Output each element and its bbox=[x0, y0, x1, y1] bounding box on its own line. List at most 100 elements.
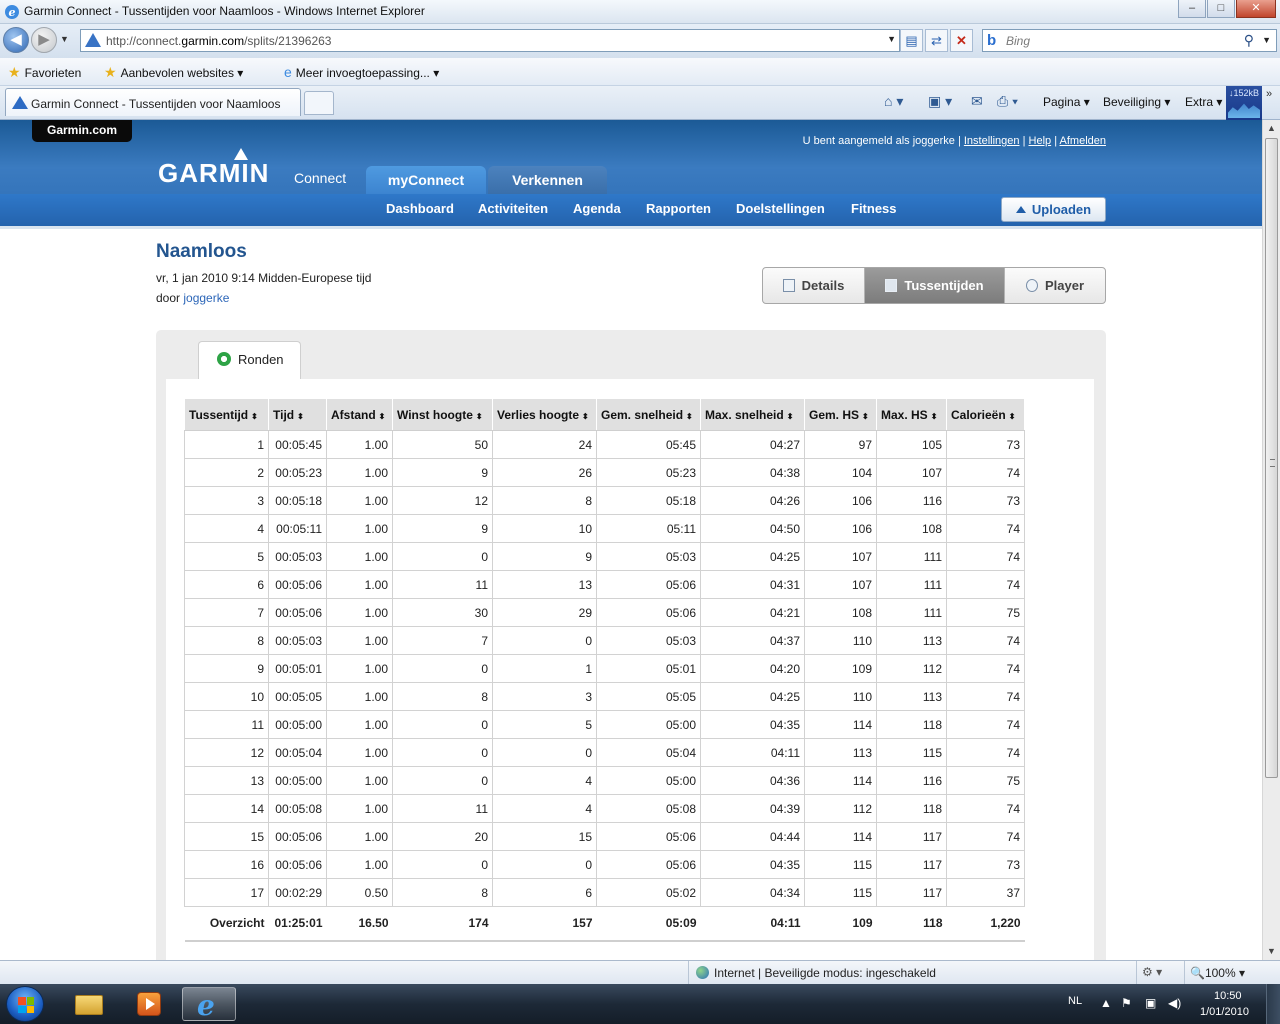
browser-tab-active[interactable]: Garmin Connect - Tussentijden voor Naaml… bbox=[5, 88, 301, 116]
tray-expand-icon[interactable]: ▲ bbox=[1100, 996, 1112, 1010]
minimize-button[interactable]: – bbox=[1178, 0, 1206, 18]
table-cell: 1 bbox=[184, 430, 269, 459]
taskbar-media-player[interactable] bbox=[122, 987, 176, 1021]
table-row: 13 00:05:00 1.00 0 4 05:00 04:36 114 116 75 bbox=[184, 766, 1025, 795]
column-header[interactable]: Tijd ⬍ bbox=[268, 398, 327, 431]
network-graph-icon bbox=[1228, 103, 1260, 118]
forward-button[interactable]: ▶ bbox=[31, 27, 57, 53]
feeds-icon[interactable]: ▣ ▾ bbox=[928, 93, 952, 110]
language-indicator[interactable]: NL bbox=[1068, 995, 1082, 1007]
back-button[interactable]: ◀ bbox=[3, 27, 29, 53]
search-dropdown-icon[interactable]: ▼ bbox=[1262, 35, 1271, 45]
tab-myconnect[interactable]: myConnect bbox=[366, 166, 486, 194]
new-tab-button[interactable] bbox=[304, 91, 334, 115]
start-button[interactable] bbox=[6, 986, 44, 1022]
column-header[interactable]: Winst hoogte ⬍ bbox=[392, 398, 493, 431]
column-header[interactable]: Calorieën ⬍ bbox=[946, 398, 1025, 431]
nav-fitness[interactable]: Fitness bbox=[851, 201, 897, 216]
scrollbar-thumb[interactable] bbox=[1265, 138, 1278, 778]
splits-view-button[interactable]: Tussentijden bbox=[865, 268, 1005, 303]
column-header[interactable]: Gem. snelheid ⬍ bbox=[596, 398, 701, 431]
garmin-logo[interactable]: GARMIN bbox=[158, 158, 269, 189]
nav-goals[interactable]: Doelstellingen bbox=[736, 201, 825, 216]
column-header[interactable]: Max. HS ⬍ bbox=[876, 398, 947, 431]
recent-pages-dropdown[interactable]: ▼ bbox=[60, 34, 69, 44]
addons-button[interactable]: e Meer invoegtoepassing... ▾ bbox=[284, 64, 439, 80]
table-cell: 24 bbox=[492, 430, 597, 459]
table-cell: 5 bbox=[184, 542, 269, 571]
taskbar-internet-explorer[interactable]: e bbox=[182, 987, 236, 1022]
volume-icon[interactable]: ◀) bbox=[1168, 996, 1181, 1010]
table-cell: 116 bbox=[876, 766, 947, 795]
toolbar-overflow-icon[interactable]: » bbox=[1266, 88, 1272, 100]
zoom-level[interactable]: 🔍100% ▾ bbox=[1190, 966, 1245, 980]
settings-link[interactable]: Instellingen bbox=[964, 135, 1020, 147]
player-view-button[interactable]: Player bbox=[1005, 268, 1105, 303]
table-cell: 1.00 bbox=[326, 794, 393, 823]
windows-taskbar: e NL ▲ ⚑ ▣ ◀) 10:50 1/01/2010 bbox=[0, 984, 1280, 1024]
address-bar[interactable]: http://connect.garmin.com/splits/2139626… bbox=[80, 29, 900, 52]
address-url[interactable]: http://connect.garmin.com/splits/2139626… bbox=[106, 34, 331, 48]
status-bar: Internet | Beveiligde modus: ingeschakel… bbox=[0, 960, 1280, 984]
column-header[interactable]: Max. snelheid ⬍ bbox=[700, 398, 805, 431]
author-link[interactable]: joggerke bbox=[183, 291, 229, 305]
nav-activities[interactable]: Activiteiten bbox=[478, 201, 548, 216]
compatibility-icon: ▤ bbox=[905, 33, 918, 48]
mail-icon[interactable]: ✉ bbox=[971, 93, 983, 110]
print-icon[interactable]: ⎙ ▾ bbox=[997, 93, 1018, 110]
security-zone[interactable]: Internet | Beveiligde modus: ingeschakel… bbox=[696, 966, 936, 980]
safety-menu[interactable]: Beveiliging ▾ bbox=[1103, 95, 1170, 109]
column-header[interactable]: Gem. HS ⬍ bbox=[804, 398, 877, 431]
table-cell: 1.00 bbox=[326, 710, 393, 739]
table-cell: 6 bbox=[492, 878, 597, 907]
logout-link[interactable]: Afmelden bbox=[1060, 135, 1106, 147]
network-icon[interactable]: ▣ bbox=[1145, 996, 1156, 1010]
table-cell: 00:05:18 bbox=[268, 486, 327, 515]
table-cell: 74 bbox=[946, 822, 1025, 851]
table-cell: 05:00 bbox=[596, 766, 701, 795]
favorites-button[interactable]: ★ Favorieten bbox=[8, 64, 81, 81]
maximize-button[interactable]: □ bbox=[1207, 0, 1235, 18]
nav-reports[interactable]: Rapporten bbox=[646, 201, 711, 216]
page-menu[interactable]: Pagina ▾ bbox=[1043, 95, 1090, 109]
search-box[interactable]: b Bing ⚲ ▼ bbox=[982, 29, 1277, 52]
refresh-button[interactable]: ⇄ bbox=[925, 29, 948, 52]
taskbar-explorer[interactable] bbox=[62, 987, 116, 1021]
details-view-button[interactable]: Details bbox=[763, 268, 865, 303]
table-cell: 04:26 bbox=[700, 486, 805, 515]
home-icon[interactable]: ⌂ ▾ bbox=[884, 93, 903, 110]
suggested-sites-button[interactable]: ★ Aanbevolen websites ▾ bbox=[104, 64, 243, 81]
compatibility-view-button[interactable]: ▤ bbox=[900, 29, 923, 52]
splits-panel-body: Tussentijd ⬍ Tijd ⬍ Afstand ⬍ Winst hoogte ⬍ Ver… bbox=[166, 379, 1094, 960]
column-header[interactable]: Verlies hoogte ⬍ bbox=[492, 398, 597, 431]
tab-laps[interactable]: Ronden bbox=[198, 341, 301, 379]
media-player-icon bbox=[137, 992, 161, 1016]
page-scrollbar[interactable]: ▲ ▼ bbox=[1262, 120, 1280, 960]
address-dropdown-icon[interactable]: ▼ bbox=[887, 34, 896, 44]
table-cell: 110 bbox=[804, 626, 877, 655]
scroll-down-icon[interactable]: ▼ bbox=[1263, 943, 1280, 960]
table-cell: 2 bbox=[184, 458, 269, 487]
tools-menu[interactable]: Extra ▾ bbox=[1185, 95, 1222, 109]
show-desktop-button[interactable] bbox=[1266, 984, 1280, 1024]
search-icon[interactable]: ⚲ bbox=[1244, 32, 1254, 49]
nav-calendar[interactable]: Agenda bbox=[573, 201, 621, 216]
upload-button[interactable]: Uploaden bbox=[1001, 197, 1106, 222]
column-header[interactable]: Afstand ⬍ bbox=[326, 398, 393, 431]
nav-dashboard[interactable]: Dashboard bbox=[386, 201, 454, 216]
action-center-flag-icon[interactable]: ⚑ bbox=[1121, 996, 1132, 1010]
table-cell: 110 bbox=[804, 682, 877, 711]
table-cell: 16 bbox=[184, 850, 269, 879]
clock-time[interactable]: 10:50 bbox=[1214, 990, 1242, 1002]
help-link[interactable]: Help bbox=[1029, 135, 1052, 147]
stop-button[interactable]: ✕ bbox=[950, 29, 973, 52]
protected-mode-icon[interactable]: ⚙ ▾ bbox=[1142, 965, 1162, 979]
clock-date[interactable]: 1/01/2010 bbox=[1200, 1006, 1249, 1018]
column-header[interactable]: Tussentijd ⬍ bbox=[184, 398, 269, 431]
tab-explore[interactable]: Verkennen bbox=[488, 166, 607, 194]
garmin-com-link[interactable]: Garmin.com bbox=[32, 120, 132, 142]
activity-title: Naamloos bbox=[156, 241, 247, 262]
table-cell: 05:03 bbox=[596, 626, 701, 655]
scroll-up-icon[interactable]: ▲ bbox=[1263, 120, 1280, 137]
close-button[interactable]: ✕ bbox=[1236, 0, 1276, 18]
